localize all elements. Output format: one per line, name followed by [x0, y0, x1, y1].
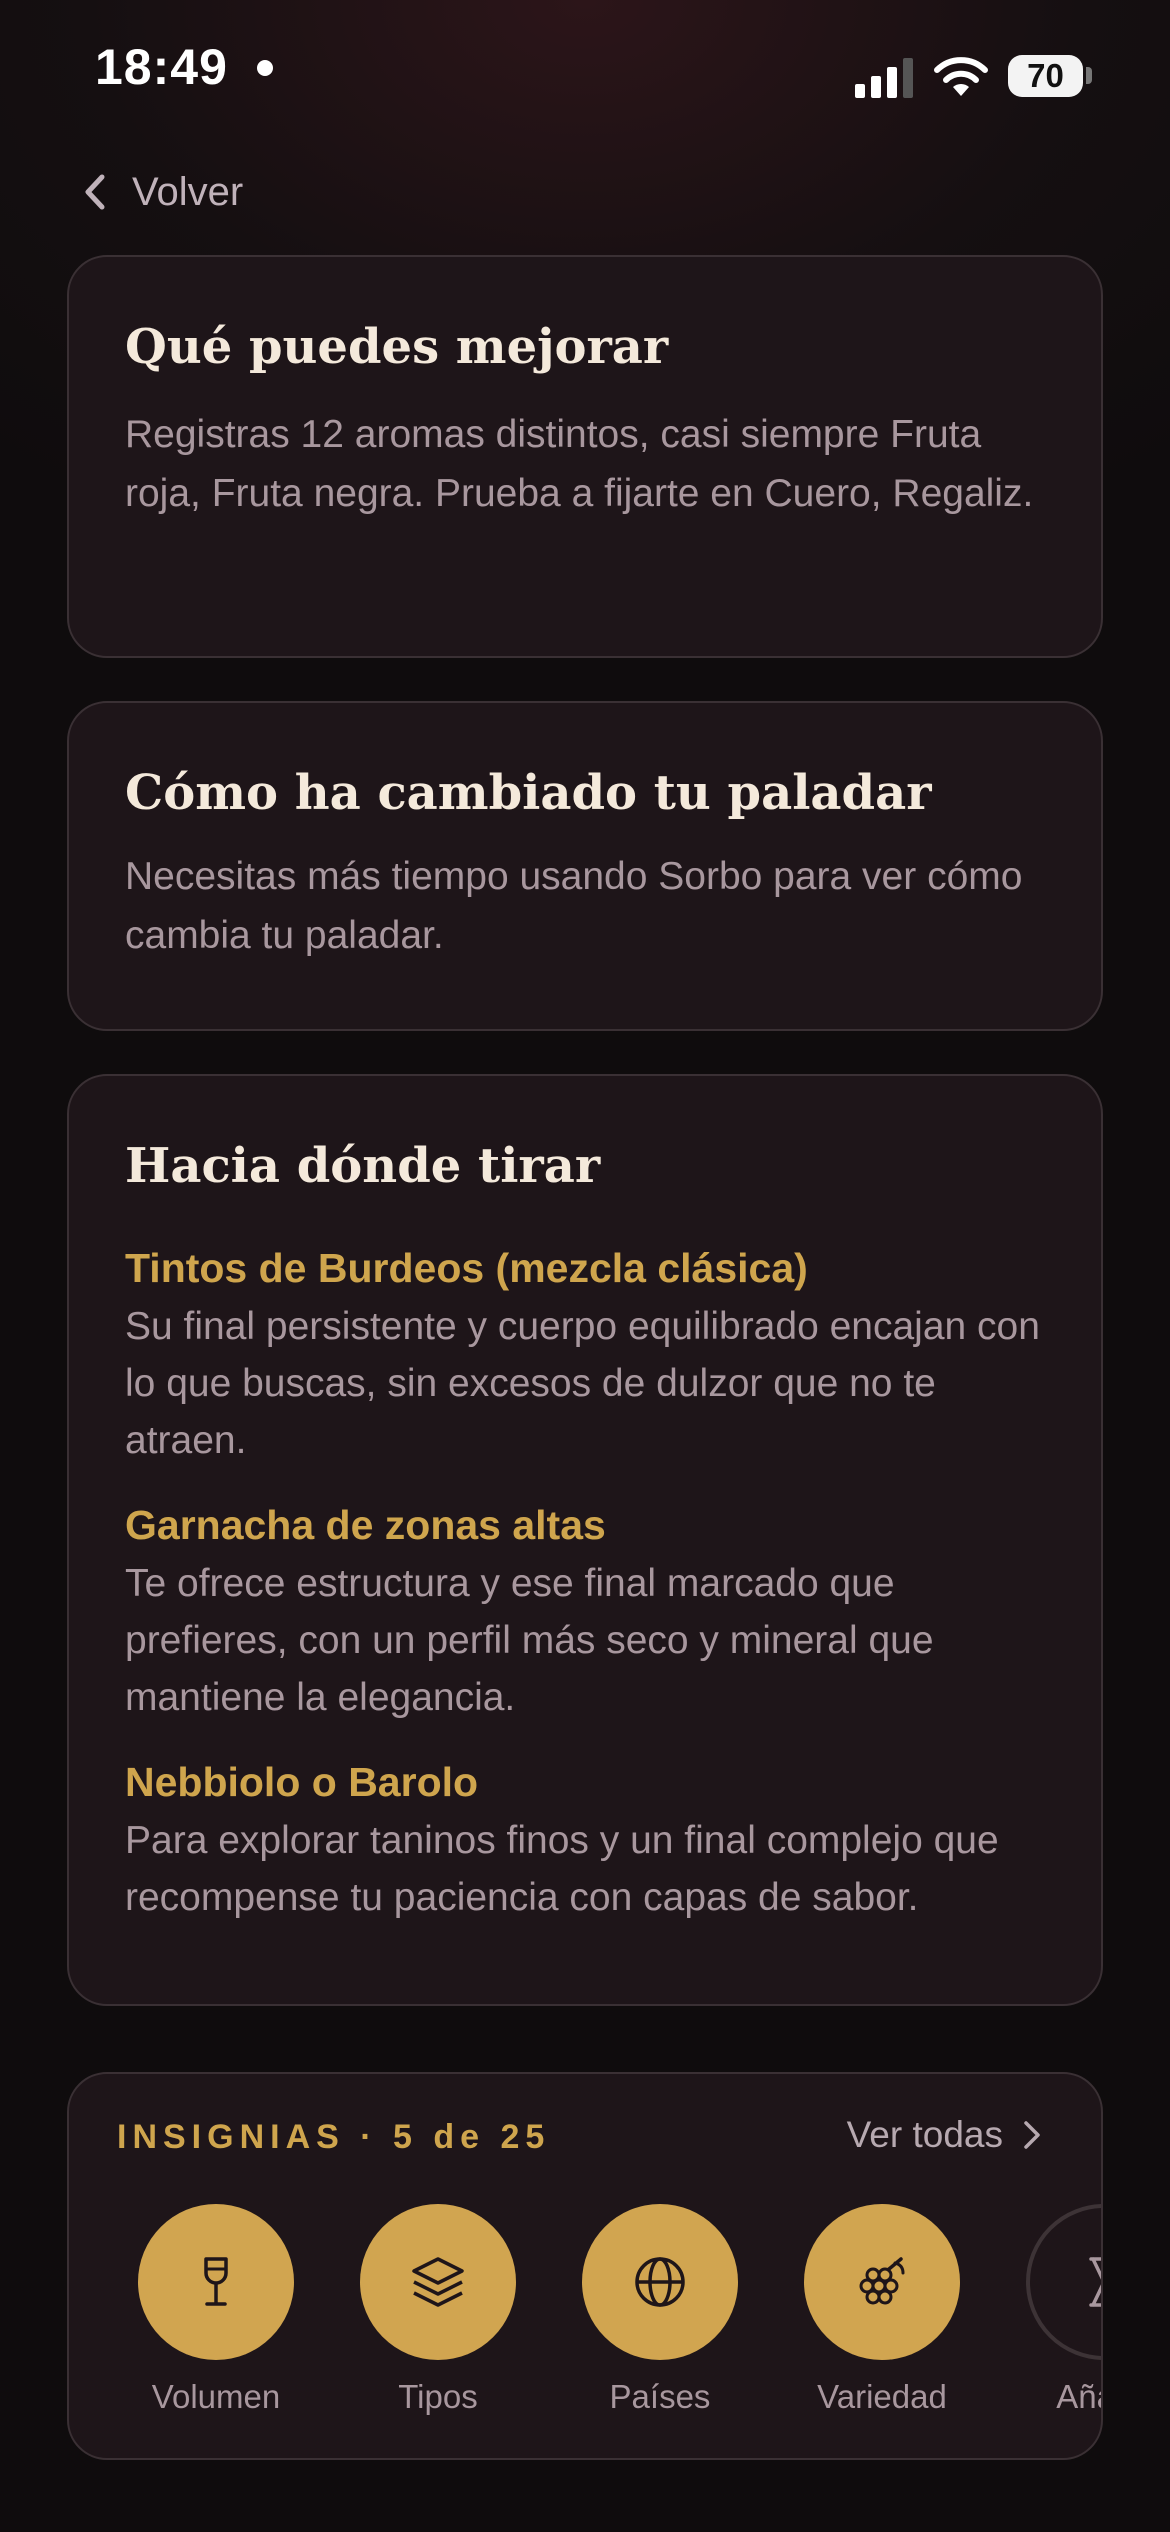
chevron-left-icon: [85, 174, 105, 210]
badge-label: Tipos: [398, 2378, 478, 2415]
badge-circle-locked: [1026, 2204, 1101, 2360]
see-all-link[interactable]: Ver todas: [847, 2114, 1043, 2156]
recommendation-title: Garnacha de zonas altas: [125, 1502, 606, 1548]
see-all-label: Ver todas: [846, 2114, 1003, 2155]
back-label: Volver: [132, 169, 244, 214]
badge-anada[interactable]: Añada: [1014, 2204, 1101, 2416]
badge-label: Volumen: [151, 2378, 281, 2415]
recommendation-text: Su final persistente y cuerpo equilibrad…: [125, 1305, 1040, 1462]
cellular-signal-icon: [855, 58, 913, 98]
badge-circle: [582, 2204, 738, 2360]
layers-icon: [412, 2257, 464, 2307]
palate-text: Necesitas más tiempo usando Sorbo para v…: [125, 855, 1023, 957]
badge-circle: [138, 2204, 294, 2360]
palate-card: Cómo ha cambiado tu paladar Necesitas má…: [67, 701, 1103, 1031]
badge-paises[interactable]: Países: [570, 2204, 750, 2416]
status-time: 18:49: [95, 39, 228, 86]
recording-dot-icon: [257, 60, 273, 76]
recommendation-text: Te ofrece estructura y ese final marcado…: [125, 1562, 934, 1719]
badge-label: Añada: [1056, 2378, 1101, 2415]
badge-label: Variedad: [817, 2378, 947, 2415]
badges-card: INSIGNIAS · 5 de 25 Ver todas Volumen Ti…: [67, 2072, 1103, 2460]
wine-glass-icon: [204, 2257, 228, 2306]
grapes-icon: [859, 2257, 905, 2305]
battery-indicator: 70: [1008, 55, 1083, 97]
badges-heading: INSIGNIAS · 5 de 25: [117, 2118, 551, 2156]
status-bar: 18:49 70: [0, 0, 1170, 150]
recommendation-item: Garnacha de zonas altas Te ofrece estruc…: [125, 1495, 1045, 1726]
recommendation-title: Nebbiolo o Barolo: [125, 1759, 479, 1805]
badge-label: Países: [609, 2378, 711, 2415]
badge-circle: [360, 2204, 516, 2360]
palate-title: Cómo ha cambiado tu paladar: [125, 765, 932, 821]
improve-card: Qué puedes mejorar Registras 12 aromas d…: [67, 255, 1103, 658]
back-button[interactable]: Volver: [80, 160, 243, 224]
recommendation-title: Tintos de Burdeos (mezcla clásica): [125, 1245, 808, 1291]
globe-icon: [635, 2257, 685, 2307]
recommendation-text: Para explorar taninos finos y un final c…: [125, 1819, 999, 1919]
direction-card: Hacia dónde tirar Tintos de Burdeos (mez…: [67, 1074, 1103, 2006]
badge-variedad[interactable]: Variedad: [792, 2204, 972, 2416]
recommendation-item: Nebbiolo o Barolo Para explorar taninos …: [125, 1752, 1045, 1926]
battery-tip: [1086, 67, 1092, 84]
improve-title: Qué puedes mejorar: [125, 319, 669, 375]
recommendation-item: Tintos de Burdeos (mezcla clásica) Su fi…: [125, 1238, 1045, 1469]
direction-title: Hacia dónde tirar: [125, 1138, 601, 1194]
hourglass-icon: [1089, 2257, 1101, 2307]
badge-volumen[interactable]: Volumen: [126, 2204, 306, 2416]
improve-text: Registras 12 aromas distintos, casi siem…: [125, 413, 1034, 515]
badge-circle: [804, 2204, 960, 2360]
chevron-right-icon: [1024, 2121, 1040, 2149]
badge-tipos[interactable]: Tipos: [348, 2204, 528, 2416]
wifi-icon: [934, 57, 988, 96]
